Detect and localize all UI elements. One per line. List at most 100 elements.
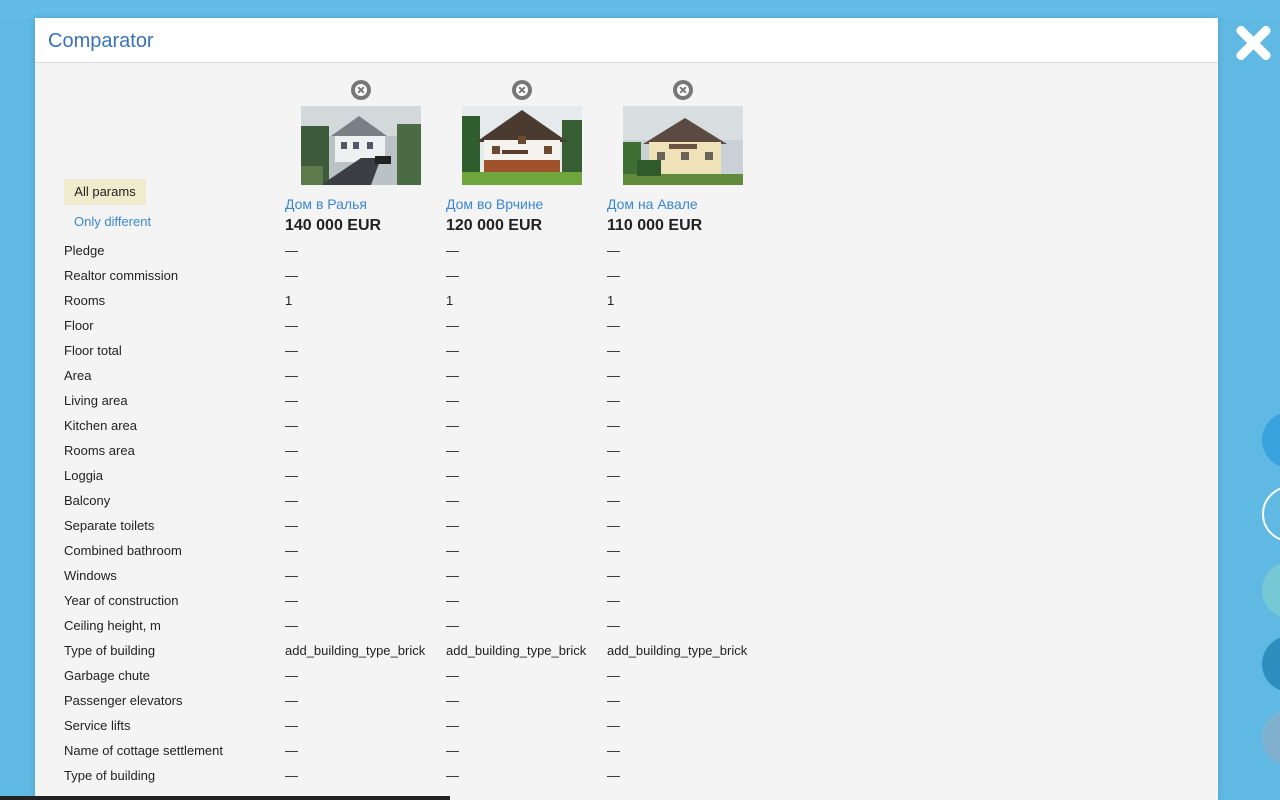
param-label: Loggia [64,468,104,483]
param-label: Type of building [64,643,156,658]
param-value: — [607,368,620,383]
table-row: Windows — — — [64,568,804,593]
param-value: — [446,493,459,508]
param-label: Rooms [64,293,106,308]
table-row: Service lifts — — — [64,718,804,743]
param-value: — [285,318,298,333]
param-value: — [446,243,459,258]
param-label: Floor total [64,343,122,358]
param-value: — [446,343,459,358]
table-row: Rooms 1 1 1 [64,293,804,318]
floating-action-button[interactable] [1262,710,1280,766]
param-value: — [446,418,459,433]
all-params-button[interactable]: All params [64,179,146,205]
param-value: — [285,268,298,283]
table-row: Pledge — — — [64,243,804,268]
param-value: — [285,618,298,633]
param-value: — [285,543,298,558]
param-label: Garbage chute [64,668,151,683]
param-value: — [446,318,459,333]
property-photo[interactable] [623,106,743,185]
table-row: Loggia — — — [64,468,804,493]
property-title-link[interactable]: Дом на Авале [607,196,698,212]
param-value: — [446,618,459,633]
param-value: — [607,568,620,583]
background-header [0,0,1280,18]
table-row: Living area — — — [64,393,804,418]
table-row: Balcony — — — [64,493,804,518]
floating-action-button[interactable] [1262,636,1280,692]
table-row: Type of building — — — [64,768,804,793]
param-label: Realtor commission [64,268,179,283]
param-value: — [446,593,459,608]
param-value: — [285,718,298,733]
param-label: Area [64,368,92,383]
param-value: — [285,468,298,483]
param-value: — [446,718,459,733]
param-label: Separate toilets [64,518,155,533]
param-label: Service lifts [64,718,131,733]
property-photo[interactable] [301,106,421,185]
table-row: Year of construction — — — [64,593,804,618]
param-value: — [446,393,459,408]
param-value: — [607,318,620,333]
param-value: — [607,393,620,408]
remove-circle-icon[interactable] [351,80,371,100]
param-label: Ceiling height, m [64,618,161,633]
table-row: Floor — — — [64,318,804,343]
table-row: Ceiling height, m — — — [64,618,804,643]
param-value: 1 [446,293,454,308]
param-label: Living area [64,393,128,408]
param-value: — [607,618,620,633]
table-row: Name of cottage settlement — — — [64,743,804,768]
param-value: — [607,693,620,708]
param-value: — [285,393,298,408]
param-value: — [285,768,298,783]
param-value: — [607,718,620,733]
param-value: — [285,493,298,508]
scrollbar[interactable] [0,796,450,800]
floating-action-button[interactable] [1262,412,1280,468]
param-value: — [285,568,298,583]
param-value: — [446,268,459,283]
property-title-link[interactable]: Дом во Врчине [446,196,543,212]
param-value: — [446,368,459,383]
param-label: Balcony [64,493,111,508]
modal-header: Comparator [35,18,1218,63]
param-value: — [446,468,459,483]
param-value: — [607,243,620,258]
table-row: Realtor commission — — — [64,268,804,293]
floating-action-button[interactable] [1262,486,1280,542]
param-value: — [607,593,620,608]
param-value: — [607,468,620,483]
param-value: — [285,593,298,608]
remove-circle-icon[interactable] [673,80,693,100]
param-value: — [607,443,620,458]
modal-title: Comparator [48,30,154,52]
param-value: — [446,768,459,783]
table-row: Garbage chute — — — [64,668,804,693]
param-value: — [285,243,298,258]
property-title-link[interactable]: Дом в Ралья [285,196,367,212]
param-label: Kitchen area [64,418,137,433]
table-row: Type of building add_building_type_brick a… [64,643,804,668]
floating-action-button[interactable] [1262,562,1280,618]
only-different-link[interactable]: Only different [74,214,151,229]
close-icon[interactable] [1228,18,1278,68]
param-value: — [446,668,459,683]
param-value: — [285,668,298,683]
param-label: Name of cottage settlement [64,743,223,758]
param-label: Passenger elevators [64,693,183,708]
param-label: Pledge [64,243,105,258]
remove-circle-icon[interactable] [512,80,532,100]
param-label: Rooms area [64,443,135,458]
property-photo[interactable] [462,106,582,185]
param-label: Windows [64,568,117,583]
param-value: add_building_type_brick [446,643,587,658]
param-value: — [446,743,459,758]
table-row: Combined bathroom — — — [64,543,804,568]
param-value: — [285,743,298,758]
param-value: — [607,668,620,683]
param-value: — [285,443,298,458]
param-value: — [285,343,298,358]
